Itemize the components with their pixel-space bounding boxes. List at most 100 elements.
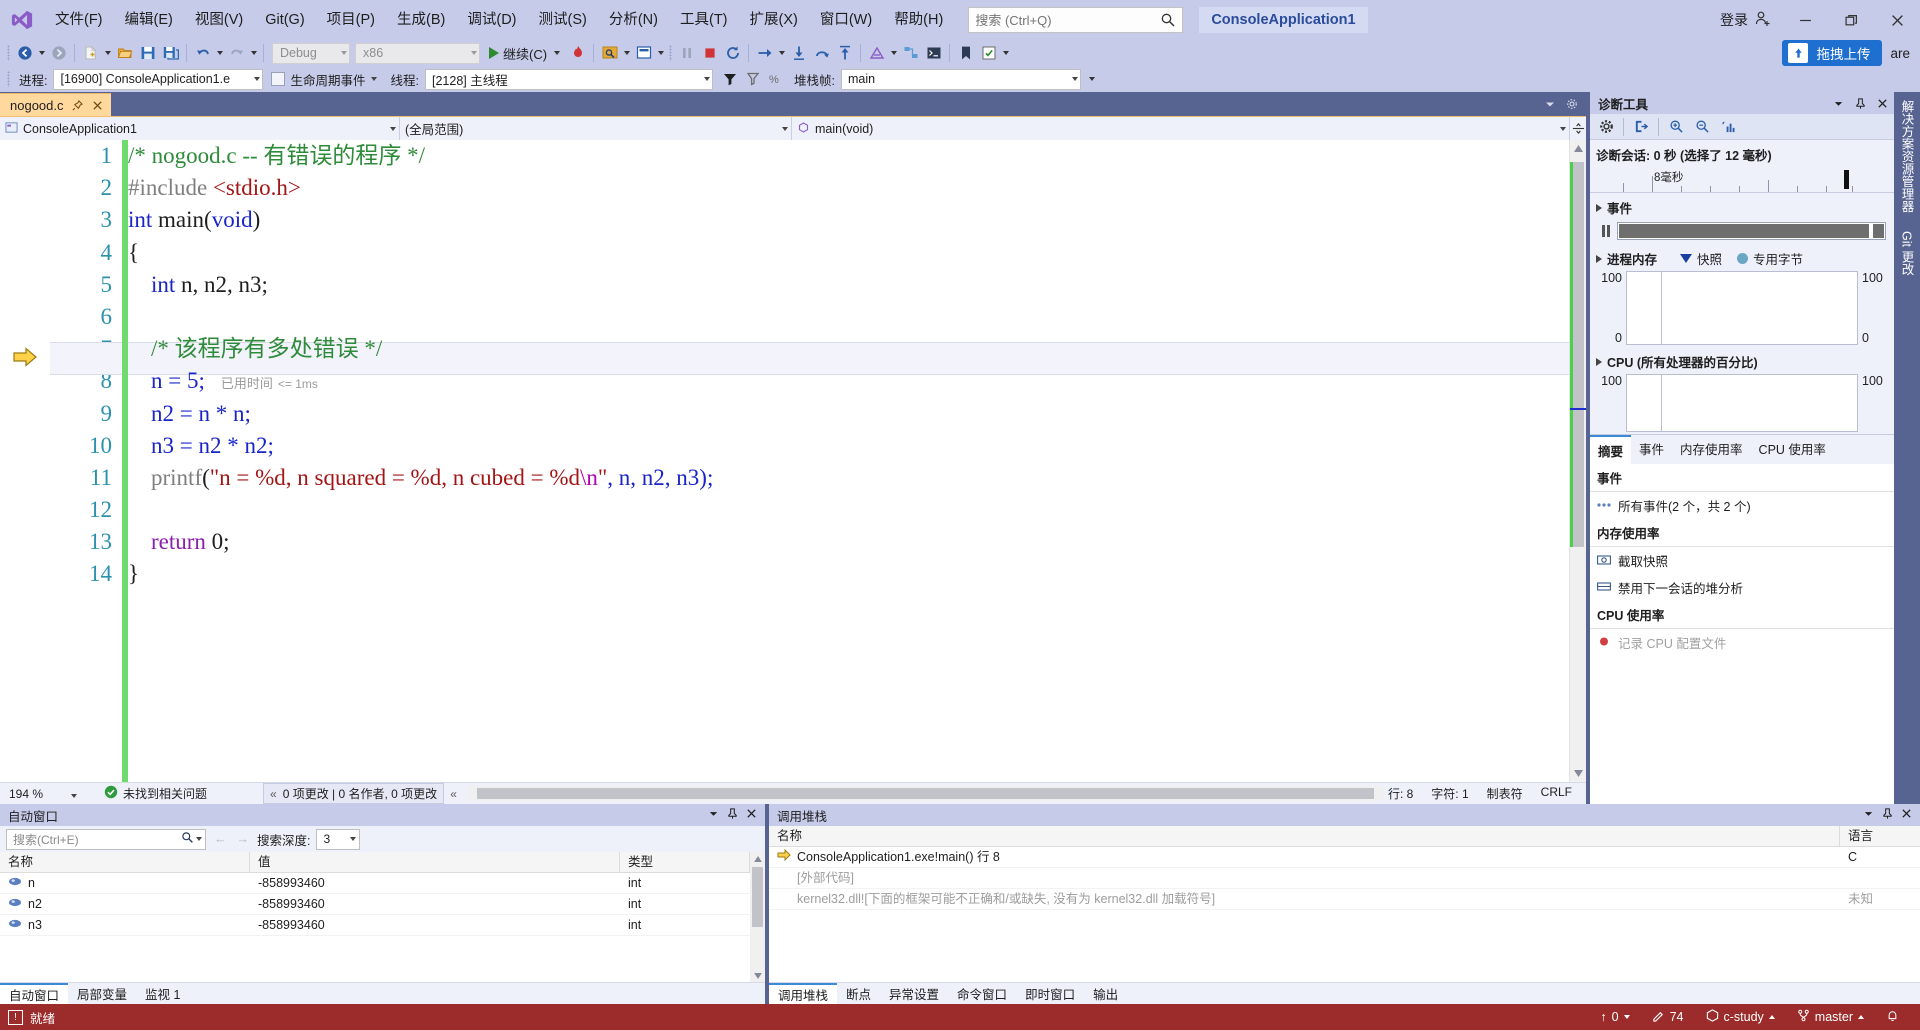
toolbar-grip[interactable] xyxy=(4,43,13,63)
diag-zoom-out-icon[interactable] xyxy=(1690,116,1714,138)
code-line[interactable]: /* 该程序有多处错误 */ xyxy=(128,333,1569,365)
continue-dropdown[interactable] xyxy=(551,51,562,55)
autos-col-type[interactable]: 类型 xyxy=(620,852,750,873)
menu-file[interactable]: 文件(F) xyxy=(44,6,114,34)
autos-search-box[interactable]: 搜索(Ctrl+E) xyxy=(6,828,206,850)
panel-dropdown-icon[interactable] xyxy=(1863,808,1874,822)
scroll-down-arrow-icon[interactable] xyxy=(1570,765,1586,782)
diag-zoom-in-icon[interactable] xyxy=(1664,116,1688,138)
save-all-button[interactable] xyxy=(159,42,182,64)
close-icon[interactable] xyxy=(91,99,104,112)
tab-callstack[interactable]: 调用堆栈 xyxy=(769,983,838,1004)
code-editor[interactable]: 1234567891011121314 − /* nogood.c -- 有错误… xyxy=(0,140,1586,782)
menu-build[interactable]: 生成(B) xyxy=(386,6,456,34)
callstack-grid[interactable]: 名称 语言 ConsoleApplication1.exe!main() 行 8… xyxy=(769,826,1920,982)
step-out-button[interactable] xyxy=(833,42,856,64)
code-line[interactable]: n2 = n * n; xyxy=(128,398,1569,430)
restore-button[interactable] xyxy=(1828,0,1874,40)
scroll-up-arrow-icon[interactable] xyxy=(750,852,765,865)
menu-analyze[interactable]: 分析(N) xyxy=(598,6,669,34)
menu-debug[interactable]: 调试(D) xyxy=(456,6,527,34)
code-line[interactable]: printf("n = %d, n squared = %d, n cubed … xyxy=(128,462,1569,494)
callstack-col-name[interactable]: 名称 xyxy=(769,826,1840,847)
memory-graph[interactable]: 100 0 100 0 xyxy=(1590,271,1894,347)
close-icon[interactable] xyxy=(1874,95,1890,111)
code-line[interactable]: { xyxy=(128,237,1569,269)
pin-icon[interactable] xyxy=(727,808,738,822)
minimize-button[interactable] xyxy=(1782,0,1828,40)
table-row[interactable]: ConsoleApplication1.exe!main() 行 8 C xyxy=(769,847,1920,868)
status-branch-item[interactable]: master xyxy=(1786,1004,1875,1030)
code-line[interactable]: return 0; xyxy=(128,526,1569,558)
code-line[interactable] xyxy=(128,494,1569,526)
step-into-button[interactable] xyxy=(787,42,810,64)
code-line[interactable]: } xyxy=(128,558,1569,590)
code-line[interactable]: /* nogood.c -- 有错误的程序 */ xyxy=(128,140,1569,172)
continue-button[interactable]: 继续(C) xyxy=(487,42,566,64)
diag-tab-memory[interactable]: 内存使用率 xyxy=(1672,435,1751,464)
code-map-button[interactable] xyxy=(899,42,922,64)
menu-project[interactable]: 项目(P) xyxy=(316,6,386,34)
table-row[interactable]: n3 -858993460 int xyxy=(0,915,750,936)
code-line[interactable] xyxy=(128,301,1569,333)
tab-locals[interactable]: 局部变量 xyxy=(68,983,136,1004)
menu-view[interactable]: 视图(V) xyxy=(184,6,254,34)
tab-autos[interactable]: 自动窗口 xyxy=(0,983,69,1004)
inspect-button[interactable] xyxy=(598,42,621,64)
toolbar-grip-2[interactable] xyxy=(666,43,675,63)
search-depth-combo[interactable]: 3 xyxy=(316,828,361,850)
diagnostic-timeline-ruler[interactable]: 8毫秒 xyxy=(1590,167,1894,193)
save-button[interactable] xyxy=(136,42,159,64)
thread-combo[interactable]: [2128] 主线程 xyxy=(424,68,713,90)
ctxbar-overflow[interactable] xyxy=(1087,77,1098,81)
flag-just-my-code-button[interactable] xyxy=(742,68,765,90)
autos-col-name[interactable]: 名称 xyxy=(0,852,250,873)
restart-button[interactable] xyxy=(721,42,744,64)
diag-tab-events[interactable]: 事件 xyxy=(1631,435,1672,464)
autos-vertical-scrollbar[interactable] xyxy=(750,852,765,982)
thread-marker-button[interactable] xyxy=(865,42,888,64)
show-next-statement-dropdown[interactable] xyxy=(776,51,787,55)
solution-config-combo[interactable]: Debug xyxy=(272,42,350,64)
document-tab-nogood-c[interactable]: nogood.c xyxy=(0,93,111,116)
close-icon[interactable] xyxy=(746,808,757,822)
status-errors-item[interactable]: ↑ 0 xyxy=(1589,1004,1640,1030)
diag-events-section-header[interactable]: 事件 xyxy=(1590,193,1894,220)
editor-horizontal-scrollbar[interactable] xyxy=(466,786,1384,801)
chevron-down-icon[interactable] xyxy=(196,837,202,841)
menu-extensions[interactable]: 扩展(X) xyxy=(739,6,809,34)
table-row[interactable]: kernel32.dll![下面的框架可能不正确和/或缺失, 没有为 kerne… xyxy=(769,889,1920,910)
cpu-graph[interactable]: 100 100 xyxy=(1590,374,1894,434)
tab-list-dropdown-icon[interactable] xyxy=(1544,98,1556,113)
show-next-statement-button[interactable] xyxy=(753,42,776,64)
search-input[interactable] xyxy=(975,12,1161,28)
pin-icon[interactable] xyxy=(1852,95,1868,111)
solution-platform-combo[interactable]: x86 xyxy=(355,42,480,64)
tab-immediate-window[interactable]: 即时窗口 xyxy=(1016,983,1084,1004)
split-editor-button[interactable] xyxy=(1570,117,1586,140)
tab-command-window[interactable]: 命令窗口 xyxy=(948,983,1016,1004)
toggle-bookmark-dropdown[interactable] xyxy=(1000,51,1011,55)
autos-col-value[interactable]: 值 xyxy=(250,852,620,873)
step-over-button[interactable] xyxy=(810,42,833,64)
hscroll-thumb[interactable] xyxy=(476,788,1374,799)
zoom-level-combo[interactable]: 194 % xyxy=(4,784,74,803)
panel-dropdown-icon[interactable] xyxy=(1830,95,1846,111)
table-row[interactable]: [外部代码] xyxy=(769,868,1920,889)
nav-project-combo[interactable]: ConsoleApplication1 xyxy=(0,117,400,140)
redo-button[interactable] xyxy=(225,42,248,64)
quick-search-box[interactable] xyxy=(968,7,1184,33)
pin-icon[interactable] xyxy=(71,99,84,112)
menu-window[interactable]: 窗口(W) xyxy=(809,6,883,34)
live-visual-tree-dropdown[interactable] xyxy=(655,51,666,55)
pin-icon[interactable] xyxy=(1882,808,1893,822)
editor-vertical-scrollbar[interactable] xyxy=(1569,140,1586,782)
summary-take-snapshot-row[interactable]: 截取快照 xyxy=(1590,547,1894,574)
status-repo-item[interactable]: c-study xyxy=(1695,1004,1786,1030)
redo-dropdown[interactable] xyxy=(248,51,259,55)
table-row[interactable]: n -858993460 int xyxy=(0,873,750,894)
toggle-bookmark-button[interactable] xyxy=(977,42,1000,64)
editor-settings-gear-icon[interactable] xyxy=(1566,98,1578,113)
code-line[interactable]: n3 = n2 * n2; xyxy=(128,430,1569,462)
code-line[interactable]: int n, n2, n3; xyxy=(128,269,1569,301)
